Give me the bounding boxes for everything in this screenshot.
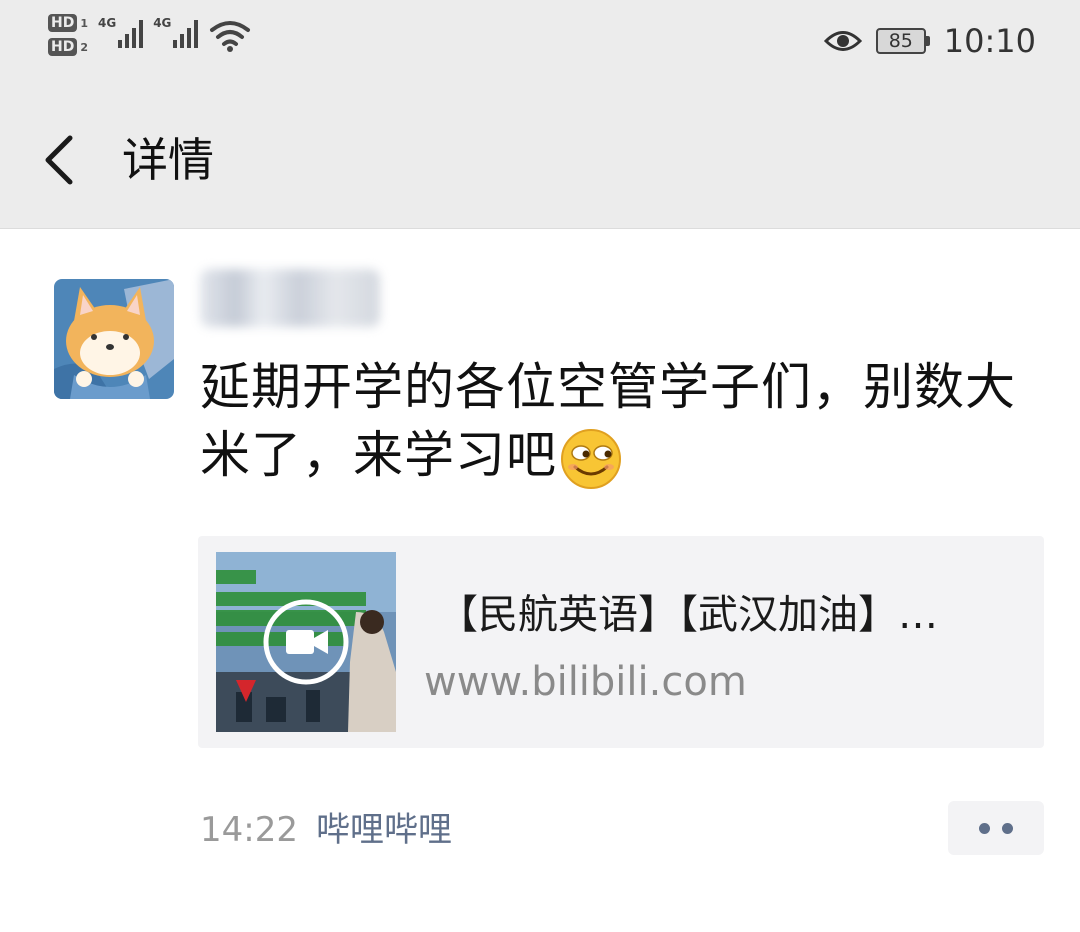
hd-indicators: HD 1 HD 2 <box>48 14 88 56</box>
smirk-face-emoji-icon <box>561 428 621 489</box>
link-domain: www.bilibili.com <box>424 659 747 705</box>
hd-sub-label: 2 <box>80 40 88 54</box>
title-bar: 详情 <box>0 90 1080 229</box>
video-thumbnail[interactable] <box>216 552 396 732</box>
post-time: 14:22 <box>200 810 298 850</box>
username-blurred[interactable] <box>200 269 380 327</box>
battery-level: 85 <box>875 28 926 54</box>
hd-label: HD <box>48 38 78 56</box>
signal-bars <box>173 18 199 48</box>
avatar[interactable] <box>54 279 174 399</box>
hd-indicator-2: HD 2 <box>48 38 88 56</box>
hd-label: HD <box>48 14 78 32</box>
more-dots-icon <box>1002 822 1013 834</box>
hd-sub-label: 1 <box>80 16 88 30</box>
network-type-label: 4G <box>153 16 172 30</box>
corgi-avatar-icon <box>54 279 174 399</box>
clock: 10:10 <box>943 22 1036 60</box>
battery-icon: 85 <box>875 28 930 54</box>
status-right: 85 10:10 <box>823 22 1036 60</box>
video-thumbnail-image <box>216 552 396 732</box>
hd-indicator-1: HD 1 <box>48 14 88 32</box>
more-options-button[interactable] <box>948 801 1044 855</box>
signal-icon: 4G <box>98 16 144 48</box>
status-left: HD 1 HD 2 4G 4G <box>48 14 252 74</box>
page-title: 详情 <box>122 133 214 187</box>
status-bar: HD 1 HD 2 4G 4G 85 10:10 <box>0 0 1080 90</box>
more-dots-icon <box>979 822 990 834</box>
moment-detail: 延期开学的各位空管学子们，别数大米了，来学习吧 【民航英语】【武汉加油】… ww… <box>0 229 1080 932</box>
wifi-icon <box>210 21 251 52</box>
signal-icon: 4G <box>153 16 199 48</box>
chevron-left-icon[interactable] <box>36 130 86 190</box>
link-card[interactable]: 【民航英语】【武汉加油】… www.bilibili.com <box>198 536 1044 748</box>
eye-icon <box>823 31 862 51</box>
link-title: 【民航英语】【武汉加油】… <box>438 592 938 638</box>
network-type-label: 4G <box>98 16 117 30</box>
post-source-link[interactable]: 哔哩哔哩 <box>316 802 452 858</box>
post-text: 延期开学的各位空管学子们，别数大米了，来学习吧 <box>200 353 1020 491</box>
signal-bars <box>118 18 144 48</box>
